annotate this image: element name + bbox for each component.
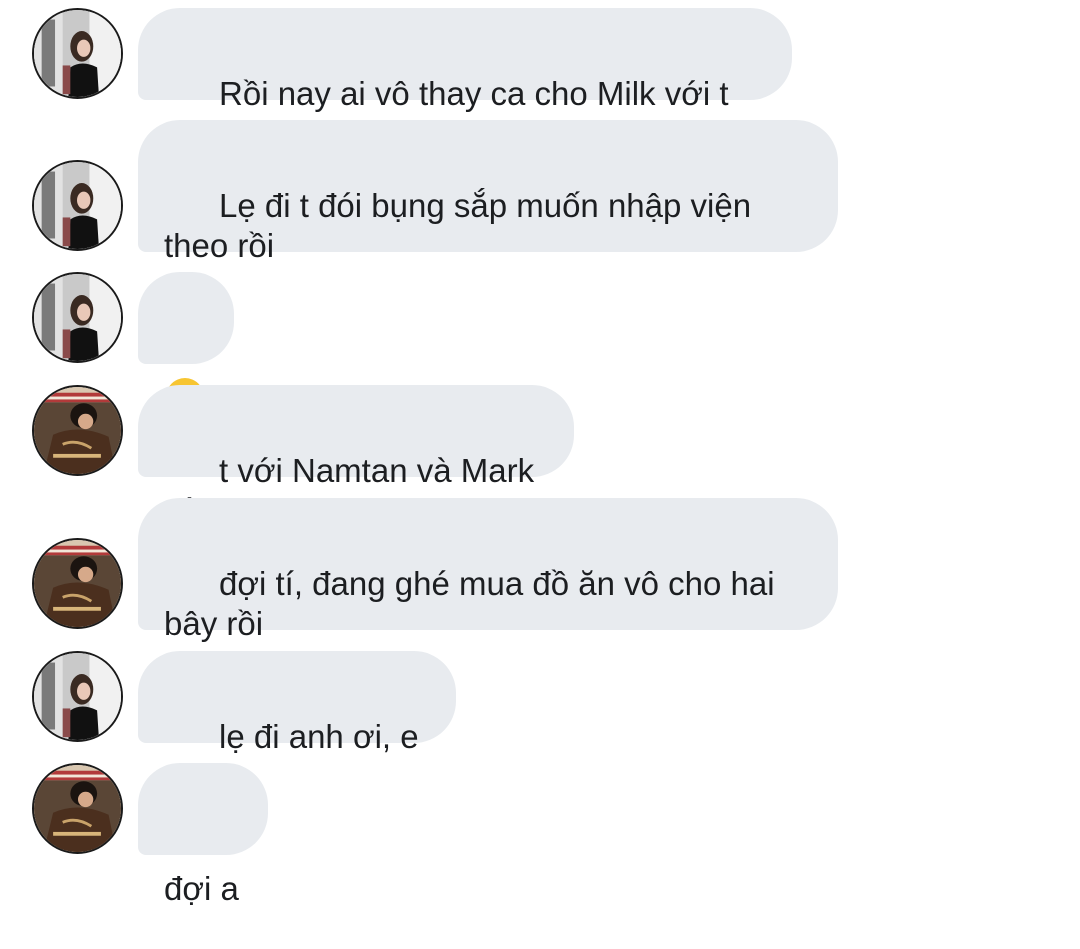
message-row: đợi a <box>0 763 1080 907</box>
message-bubble[interactable]: đợi a <box>138 763 268 907</box>
message-text: đợi tí, đang ghé mua đồ ăn vô cho hai bâ… <box>164 565 775 642</box>
message-bubble[interactable]: lẹ đi anh ơi, e đói <box>138 651 456 795</box>
avatar-boy[interactable] <box>32 385 123 476</box>
message-bubble[interactable]: đợi tí, đang ghé mua đồ ăn vô cho hai bâ… <box>138 498 838 642</box>
profile-photo-girl-icon <box>34 10 121 97</box>
profile-photo-girl-icon <box>34 274 121 361</box>
message-bubble[interactable]: Lẹ đi t đói bụng sắp muốn nhập viện theo… <box>138 120 838 264</box>
avatar-girl[interactable] <box>32 8 123 99</box>
message-row: lẹ đi anh ơi, e đói <box>0 651 1080 795</box>
message-thread: Rồi nay ai vô thay ca cho Milk với t vậy… <box>0 0 1080 907</box>
message-bubble[interactable] <box>138 272 234 417</box>
message-row: đợi tí, đang ghé mua đồ ăn vô cho hai bâ… <box>0 498 1080 642</box>
profile-photo-girl-icon <box>34 653 121 740</box>
message-row <box>0 272 1080 417</box>
message-row: Lẹ đi t đói bụng sắp muốn nhập viện theo… <box>0 120 1080 264</box>
message-bubble[interactable]: t với Namtan và Mark nè <box>138 385 574 529</box>
message-row: Rồi nay ai vô thay ca cho Milk với t vậy <box>0 8 1080 152</box>
avatar-girl[interactable] <box>32 651 123 742</box>
profile-photo-girl-icon <box>34 162 121 249</box>
avatar-boy[interactable] <box>32 538 123 629</box>
message-text: Lẹ đi t đói bụng sắp muốn nhập viện theo… <box>164 187 752 264</box>
profile-photo-boy-icon <box>34 765 121 852</box>
avatar-girl[interactable] <box>32 160 123 251</box>
message-row: t với Namtan và Mark nè <box>0 385 1080 529</box>
message-bubble[interactable]: Rồi nay ai vô thay ca cho Milk với t vậy <box>138 8 792 152</box>
profile-photo-boy-icon <box>34 540 121 627</box>
profile-photo-boy-icon <box>34 387 121 474</box>
message-text: đợi a <box>164 870 239 907</box>
avatar-girl[interactable] <box>32 272 123 363</box>
avatar-boy[interactable] <box>32 763 123 854</box>
